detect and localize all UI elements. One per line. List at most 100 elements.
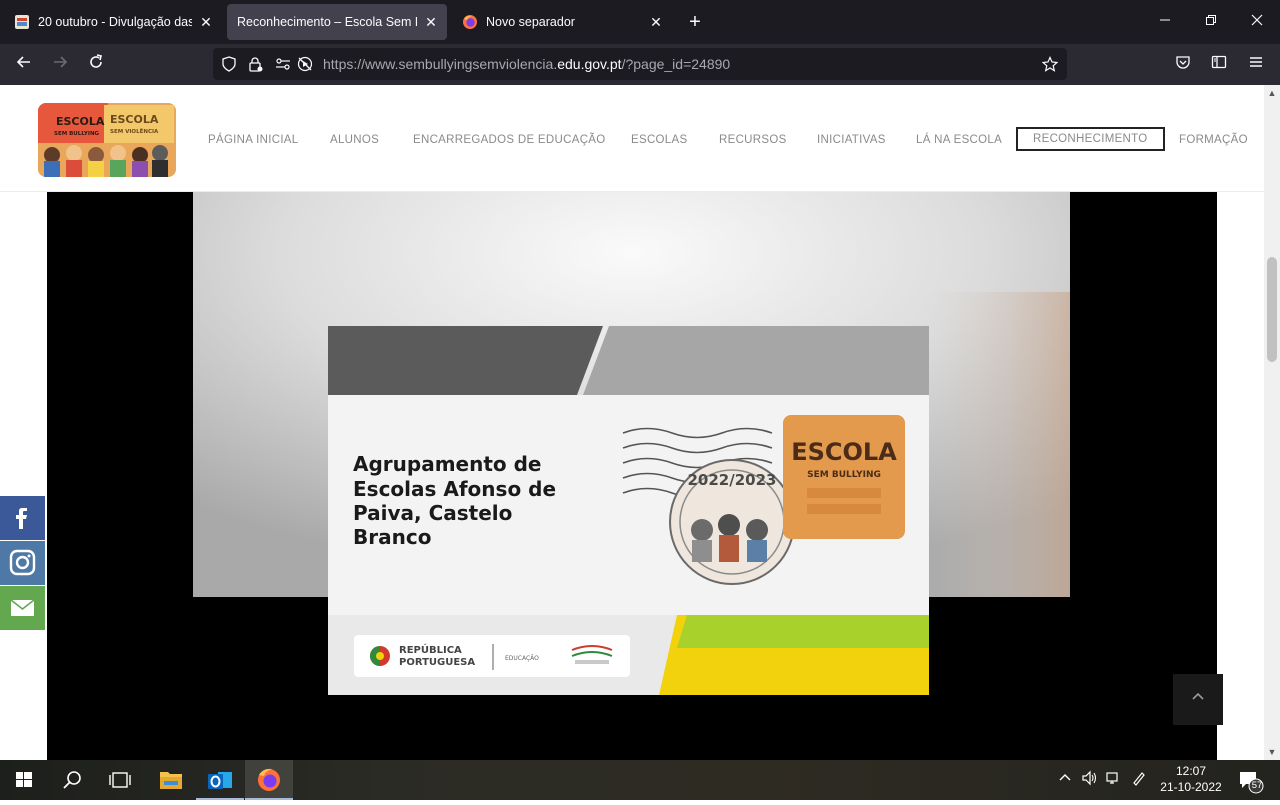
close-tab-icon[interactable]: ✕ [423,14,439,30]
school-name-line-1: Agrupamento de [353,452,542,476]
pen-workspace-button[interactable] [1129,770,1149,790]
site-favicon-icon [15,15,29,29]
tab-title: Novo separador [486,15,575,29]
close-tab-icon[interactable]: ✕ [648,14,664,30]
lock-icon[interactable] [247,56,263,72]
start-button[interactable] [0,760,48,800]
instagram-share-button[interactable] [0,541,45,585]
chevron-up-icon [1192,692,1204,700]
new-tab-button[interactable]: + [684,12,706,34]
republica-text: REPÚBLICA [399,643,462,656]
logo-text-escola: ESCOLA [56,115,105,128]
site-logo[interactable]: ESCOLA SEM BULLYING ESCOLA SEM VIOLÊNCIA [38,103,176,177]
restore-icon [1206,15,1216,25]
email-icon [10,599,35,616]
search-icon [63,771,81,789]
network-button[interactable] [1103,770,1123,790]
tab-title: 20 outubro - Divulgação das esc [38,15,192,29]
url-domain: edu.gov.pt [557,56,622,72]
escola-sem-bullying-logo: ESCOLA SEM BULLYING ESCOLA SEM VIOLÊNCIA [38,103,176,177]
badge-escola: ESCOLA [791,438,897,466]
nav-iniciativas[interactable]: INICIATIVAS [817,129,886,151]
back-button[interactable] [11,52,37,78]
autoplay-blocked-icon[interactable] [297,56,313,72]
action-center-button[interactable]: 57 [1236,768,1266,794]
show-hidden-icons-button[interactable] [1055,770,1075,790]
logo-text-sem-bullying: SEM BULLYING [54,131,100,137]
nav-recursos[interactable]: RECURSOS [719,129,787,151]
nav-alunos[interactable]: ALUNOS [330,129,379,151]
navigation-toolbar: https://www.sembullyingsemviolencia.edu.… [0,44,1280,85]
bookmark-star-icon[interactable] [1042,56,1058,72]
minimize-icon [1160,19,1170,21]
forward-button[interactable] [47,52,73,78]
tab-strip: 20 outubro - Divulgação das esc ✕ Reconh… [0,0,1280,44]
close-tab-icon[interactable]: ✕ [198,14,214,30]
video-frame: 2022/2023 ESCOLA SEM BULLYING Agrupament… [193,192,1070,695]
logo-text-sem-violencia: SEM VIOLÊNCIA [110,127,159,135]
pocket-icon [1176,56,1190,69]
nav-la-na-escola[interactable]: LÁ NA ESCOLA [916,129,1002,151]
badge-sem-bullying: SEM BULLYING [807,470,881,480]
taskbar-file-explorer[interactable] [147,760,195,800]
scroll-down-arrow-icon[interactable]: ▼ [1267,747,1277,757]
nav-escolas[interactable]: ESCOLAS [631,129,687,151]
facebook-icon [16,508,27,529]
file-explorer-icon [160,772,182,789]
nav-formacao[interactable]: FORMAÇÃO [1179,129,1248,151]
firefox-icon [258,768,280,791]
pen-icon [1133,772,1145,786]
close-window-button[interactable] [1245,10,1269,34]
search-button[interactable] [48,760,96,800]
windows-taskbar: 12:07 21-10-2022 57 [0,760,1280,800]
site-header: ESCOLA SEM BULLYING ESCOLA SEM VIOLÊNCIA… [0,85,1264,192]
taskbar-outlook[interactable] [196,760,244,800]
tab-reconhecimento[interactable]: Reconhecimento – Escola Sem Bully ✕ [227,4,447,40]
tab-novo-separador[interactable]: Novo separador ✕ [452,4,672,40]
pocket-button[interactable] [1170,52,1196,78]
school-name-line-3: Paiva, Castelo [353,501,512,525]
nav-reconhecimento[interactable]: RECONHECIMENTO [1016,127,1165,151]
system-clock[interactable]: 12:07 21-10-2022 [1156,763,1226,795]
taskbar-firefox[interactable] [245,760,293,800]
close-icon [1251,14,1263,26]
minimize-button[interactable] [1153,10,1177,34]
shield-icon[interactable] [221,56,237,72]
government-logos: REPÚBLICA PORTUGUESA EDUCAÇÃO [354,635,630,677]
restore-button[interactable] [1199,10,1223,34]
permissions-icon[interactable] [275,56,291,72]
scroll-to-top-button[interactable] [1173,674,1223,725]
facebook-share-button[interactable] [0,496,45,540]
sidebar-icon [1211,55,1227,69]
page-scrollbar[interactable]: ▲ ▼ [1264,85,1280,760]
chevron-up-icon [1059,774,1071,781]
notification-count: 57 [1251,780,1263,791]
web-page: ESCOLA SEM BULLYING ESCOLA SEM VIOLÊNCIA… [0,85,1264,760]
forward-arrow-icon [54,56,68,68]
url-prefix: https://www.sembullyingsemviolencia. [323,56,558,72]
task-view-button[interactable] [96,760,144,800]
volume-button[interactable] [1079,770,1099,790]
nav-pagina-inicial[interactable]: PÁGINA INICIAL [208,129,298,151]
firefox-icon [463,15,477,29]
video-player[interactable]: 2022/2023 ESCOLA SEM BULLYING Agrupament… [47,192,1217,760]
tab-title: Reconhecimento – Escola Sem Bully [237,15,417,29]
nav-encarregados-de-educacao[interactable]: ENCARREGADOS DE EDUCAÇÃO [413,129,606,151]
email-share-button[interactable] [0,586,45,630]
school-name-line-2: Escolas Afonso de [353,477,556,501]
instagram-icon [9,549,36,576]
scrollbar-thumb[interactable] [1267,257,1277,362]
scroll-up-arrow-icon[interactable]: ▲ [1267,88,1277,98]
network-icon [1106,772,1118,784]
sidebar-button[interactable] [1206,52,1232,78]
address-bar[interactable]: https://www.sembullyingsemviolencia.edu.… [213,48,1067,80]
menu-button[interactable] [1243,52,1269,78]
school-card: 2022/2023 ESCOLA SEM BULLYING Agrupament… [328,326,929,695]
school-name-line-4: Branco [353,525,431,549]
portuguesa-text: PORTUGUESA [399,657,475,668]
clock-date: 21-10-2022 [1160,780,1222,794]
reload-button[interactable] [83,52,109,78]
clock-time: 12:07 [1175,764,1207,778]
url-text[interactable]: https://www.sembullyingsemviolencia.edu.… [323,56,730,72]
tab-divulgacao[interactable]: 20 outubro - Divulgação das esc ✕ [4,4,222,40]
